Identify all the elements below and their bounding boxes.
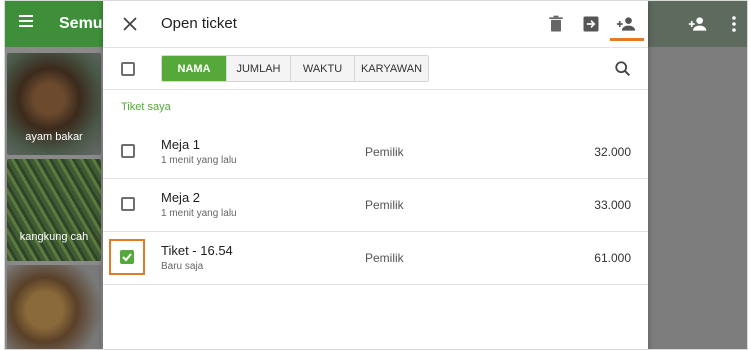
select-all-checkbox[interactable] (121, 62, 135, 76)
dialog-title: Open ticket (161, 15, 237, 32)
item-tile-kangkung-cah[interactable]: kangkung cah (7, 159, 101, 261)
tab-waktu[interactable]: WAKTU (291, 56, 355, 81)
add-person-icon[interactable] (688, 14, 708, 34)
item-tile-ayam-bakar[interactable]: ayam bakar (7, 53, 101, 155)
ticket-owner: Pemilik (365, 251, 404, 265)
ticket-row[interactable]: Meja 1 1 menit yang lalu Pemilik 32.000 (103, 126, 648, 179)
trash-icon[interactable] (546, 14, 566, 34)
add-person-icon[interactable] (616, 14, 636, 34)
ticket-owner: Pemilik (365, 145, 404, 159)
open-ticket-dialog: Open ticket NAMA JUMLAH WAKTU KARYAWAN T… (103, 1, 648, 349)
ticket-checkbox[interactable] (121, 197, 135, 211)
ticket-checkbox[interactable] (121, 144, 135, 158)
ticket-row[interactable]: Meja 2 1 menit yang lalu Pemilik 33.000 (103, 179, 648, 232)
item-label: ayam bakar (25, 131, 83, 143)
ticket-name: Meja 1 (161, 137, 201, 152)
item-label: kangkung cah (19, 231, 89, 243)
ticket-amount: 61.000 (594, 251, 631, 265)
close-icon[interactable] (120, 14, 140, 34)
tab-nama[interactable]: NAMA (162, 56, 227, 81)
ticket-name: Meja 2 (161, 190, 201, 205)
search-icon[interactable] (614, 60, 632, 78)
background-header-right (648, 1, 747, 349)
ticket-amount: 33.000 (594, 198, 631, 212)
ticket-row[interactable]: Tiket - 16.54 Baru saja Pemilik 61.000 (103, 232, 648, 285)
ticket-name: Tiket - 16.54 (161, 243, 233, 258)
ticket-amount: 32.000 (594, 145, 631, 159)
ticket-time: Baru saja (161, 261, 204, 272)
dialog-header: Open ticket (103, 1, 648, 48)
sort-tabs: NAMA JUMLAH WAKTU KARYAWAN (161, 55, 429, 82)
more-vert-icon[interactable] (726, 14, 742, 34)
item-tile-third[interactable] (7, 265, 101, 349)
check-icon (122, 253, 132, 262)
add-person-highlight (610, 38, 644, 41)
background-item-grid: ayam bakar kangkung cah (5, 47, 105, 349)
filter-bar: NAMA JUMLAH WAKTU KARYAWAN (103, 48, 648, 90)
screenshot-frame: Semua ayam bakar kangkung cah Open ticke… (4, 0, 748, 350)
ticket-checkbox-checked[interactable] (109, 239, 145, 275)
section-label-my-tickets: Tiket saya (121, 101, 171, 113)
tab-karyawan[interactable]: KARYAWAN (355, 56, 428, 81)
ticket-time: 1 menit yang lalu (161, 208, 237, 219)
ticket-time: 1 menit yang lalu (161, 155, 237, 166)
tab-jumlah[interactable]: JUMLAH (227, 56, 291, 81)
ticket-owner: Pemilik (365, 198, 404, 212)
menu-icon[interactable] (19, 15, 33, 29)
move-icon[interactable] (581, 14, 601, 34)
